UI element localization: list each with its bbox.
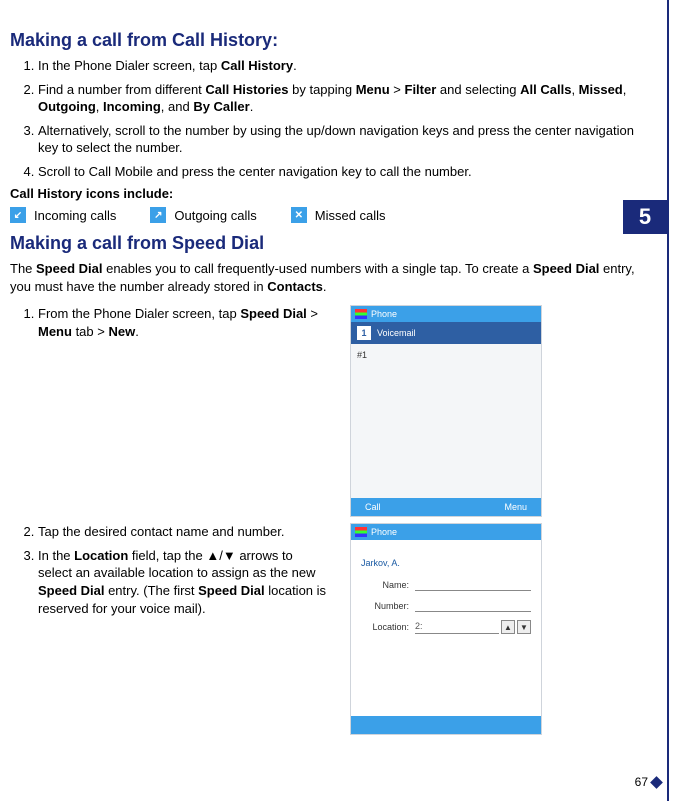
text-bold: All Calls xyxy=(520,82,571,97)
softkey-left: Call xyxy=(365,502,381,512)
form-value xyxy=(415,599,531,612)
text-bold: Speed Dial xyxy=(198,583,264,598)
text-bold: Menu xyxy=(356,82,390,97)
text-bold: Missed xyxy=(579,82,623,97)
incoming-call-icon: ↙ xyxy=(10,207,26,223)
text-run: In the xyxy=(38,548,74,563)
chapter-number-badge: 5 xyxy=(623,200,667,234)
text-bold: Filter xyxy=(405,82,437,97)
speed-dial-sublabel: #1 xyxy=(357,350,367,360)
icon-label: Incoming calls xyxy=(34,208,116,223)
phone-screenshot-speed-dial-form: Phone Jarkov, A. Name: Number: Location:… xyxy=(350,523,542,735)
outgoing-call-icon: ↗ xyxy=(150,207,166,223)
phone-list-area: 1 Voicemail #1 xyxy=(351,322,541,498)
text-run: Find a number from different xyxy=(38,82,205,97)
phone-titlebar: Phone xyxy=(351,524,541,540)
text-run: In the Phone Dialer screen, tap xyxy=(38,58,221,73)
text-run: , and xyxy=(161,99,194,114)
form-row-name: Name: xyxy=(361,578,531,591)
phone-titlebar: Phone xyxy=(351,306,541,322)
text-bold: By Caller xyxy=(193,99,249,114)
text-run: entry. (The first xyxy=(104,583,198,598)
page-number-decor-icon xyxy=(650,776,663,789)
text-run: . xyxy=(135,324,139,339)
text-run: , xyxy=(623,82,627,97)
speed-dial-label: Voicemail xyxy=(377,328,416,338)
text-run: , xyxy=(96,99,103,114)
section-title-call-history: Making a call from Call History: xyxy=(10,30,653,51)
text-bold: Contacts xyxy=(267,279,323,294)
section-title-speed-dial: Making a call from Speed Dial xyxy=(10,233,653,254)
form-label: Number: xyxy=(361,601,409,611)
text-run: . xyxy=(250,99,254,114)
form-row-number: Number: xyxy=(361,599,531,612)
spinner-down-icon: ▼ xyxy=(517,620,531,634)
text-bold: Outgoing xyxy=(38,99,96,114)
speed-dial-entry: #1 xyxy=(351,344,541,366)
text-run: From the Phone Dialer screen, tap xyxy=(38,306,240,321)
list-item: Tap the desired contact name and number. xyxy=(38,523,330,541)
list-item: In the Location field, tap the ▲/▼ arrow… xyxy=(38,547,330,617)
call-icons-row: ↙ Incoming calls ↗ Outgoing calls ✕ Miss… xyxy=(10,207,653,223)
icons-intro: Call History icons include: xyxy=(10,186,653,201)
text-run: tab > xyxy=(72,324,109,339)
list-item: Scroll to Call Mobile and press the cent… xyxy=(38,163,653,181)
start-flag-icon xyxy=(355,309,367,319)
icon-label: Outgoing calls xyxy=(174,208,256,223)
speed-dial-steps-b: Tap the desired contact name and number.… xyxy=(10,523,330,617)
list-item: Alternatively, scroll to the number by u… xyxy=(38,122,653,157)
list-item: From the Phone Dialer screen, tap Speed … xyxy=(38,305,330,340)
list-item: In the Phone Dialer screen, tap Call His… xyxy=(38,57,653,75)
speed-dial-steps-a: From the Phone Dialer screen, tap Speed … xyxy=(10,305,330,340)
speed-dial-index: 1 xyxy=(357,326,371,340)
text-bold: Speed Dial xyxy=(533,261,599,276)
call-history-steps: In the Phone Dialer screen, tap Call His… xyxy=(10,57,653,180)
speed-dial-entry-selected: 1 Voicemail xyxy=(351,322,541,344)
spinner-up-icon: ▲ xyxy=(501,620,515,634)
form-row-location: Location: 2: ▲ ▼ xyxy=(361,620,531,634)
text-bold: Speed Dial xyxy=(36,261,102,276)
page-right-border xyxy=(667,0,669,801)
text-run: enables you to call frequently-used numb… xyxy=(102,261,532,276)
icon-label: Missed calls xyxy=(315,208,386,223)
text-bold: Speed Dial xyxy=(38,583,104,598)
text-run: , xyxy=(571,82,578,97)
missed-call-icon: ✕ xyxy=(291,207,307,223)
start-flag-icon xyxy=(355,527,367,537)
text-bold: Menu xyxy=(38,324,72,339)
text-run: by tapping xyxy=(289,82,356,97)
text-run: icons include: xyxy=(82,186,173,201)
form-value xyxy=(415,578,531,591)
text-run: > xyxy=(307,306,318,321)
text-run: The xyxy=(10,261,36,276)
text-run: . xyxy=(323,279,327,294)
text-bold: New xyxy=(108,324,135,339)
page-number: 67 xyxy=(635,775,648,789)
text-bold: Incoming xyxy=(103,99,161,114)
text-bold: Location xyxy=(74,548,128,563)
phone-softkey-bar: Call Menu xyxy=(351,498,541,516)
phone-title: Phone xyxy=(371,527,397,537)
text-bold: Call History xyxy=(10,186,82,201)
phone-form-area: Jarkov, A. Name: Number: Location: 2: ▲ … xyxy=(351,540,541,716)
phone-title: Phone xyxy=(371,309,397,319)
text-run: . xyxy=(293,58,297,73)
text-bold: Call Histories xyxy=(205,82,288,97)
text-run: > xyxy=(390,82,405,97)
form-value: 2: xyxy=(415,621,499,634)
text-bold: Speed Dial xyxy=(240,306,306,321)
speed-dial-intro: The Speed Dial enables you to call frequ… xyxy=(10,260,653,295)
phone-softkey-bar xyxy=(351,716,541,734)
text-bold: Call History xyxy=(221,58,293,73)
form-label: Name: xyxy=(361,580,409,590)
form-label: Location: xyxy=(361,622,409,632)
contact-header: Jarkov, A. xyxy=(361,558,531,568)
phone-screenshot-speed-dial-list: Phone 1 Voicemail #1 Call Menu xyxy=(350,305,542,517)
softkey-right: Menu xyxy=(504,502,527,512)
text-run: and selecting xyxy=(436,82,520,97)
list-item: Find a number from different Call Histor… xyxy=(38,81,653,116)
